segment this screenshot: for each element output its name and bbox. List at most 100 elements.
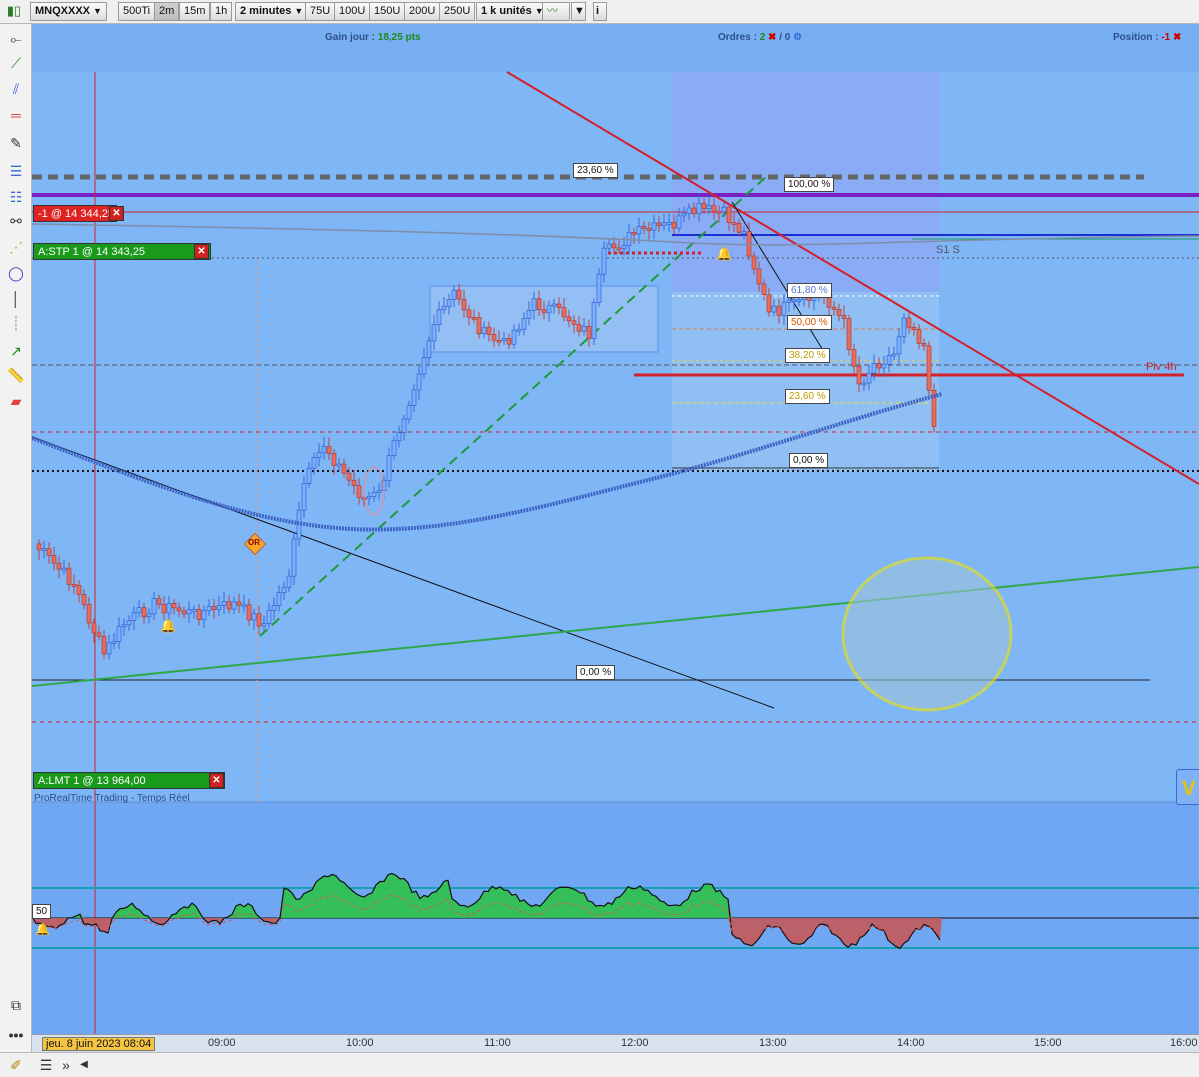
candle	[546, 305, 552, 314]
candle	[36, 543, 42, 551]
drawing-mode-icon[interactable]: ✐	[4, 1054, 28, 1076]
gear-icon[interactable]: ⚙	[793, 32, 802, 43]
timeframe-15m-button[interactable]: 15m	[179, 2, 211, 21]
candles-icon[interactable]: ▮▯	[2, 0, 26, 22]
candle	[691, 207, 697, 215]
templates-icon[interactable]: ⧉	[4, 994, 28, 1016]
position-summary: Position : -1 ✖	[1113, 32, 1181, 43]
fib-level-382: 38,20 %	[785, 348, 830, 363]
period-label: 2 minutes	[240, 5, 292, 17]
channel-icon[interactable]: ⫽	[4, 78, 28, 100]
time-axis[interactable]: jeu. 8 juin 2023 08:04 09:00 10:00 11:00…	[32, 1034, 1199, 1052]
timeframe-1h-button[interactable]: 1h	[210, 2, 233, 21]
line-tool-icon[interactable]: ⟜	[4, 28, 28, 50]
vertical-line-icon[interactable]: │	[4, 288, 28, 310]
candle	[556, 303, 562, 308]
price-pane	[32, 72, 1199, 802]
timeframe-2m-button[interactable]: 2m	[154, 2, 180, 21]
scroll-left-icon[interactable]: ◀	[72, 1054, 96, 1076]
symbol-label: MNQXXXX	[35, 5, 91, 17]
candle	[906, 317, 912, 328]
candle	[781, 301, 787, 316]
candle	[311, 457, 317, 469]
candle	[651, 222, 657, 231]
time-tick: 09:00	[208, 1037, 236, 1049]
top-toolbar: ▮▯ MNQXXXX ▼ 500Ti 2m 15m 1h 2 minutes ▼ 7…	[0, 0, 1199, 24]
cancel-orders-icon[interactable]: ✖	[768, 32, 776, 43]
time-tick: 11:00	[484, 1037, 511, 1049]
pencil-icon[interactable]: ✎	[4, 132, 28, 154]
horizontal-line-icon[interactable]: ═	[4, 104, 28, 126]
info-icon[interactable]: i	[593, 2, 607, 21]
units-100-button[interactable]: 100U	[334, 2, 371, 21]
fibonacci-icon[interactable]: ☰	[4, 160, 28, 182]
candle	[356, 485, 362, 498]
candle	[681, 213, 687, 217]
gann-icon[interactable]: ⋰	[4, 236, 28, 258]
alert-bell-icon[interactable]: 🔔	[160, 618, 176, 634]
trendline-icon[interactable]: ⟋	[4, 52, 28, 74]
node-tool-icon[interactable]: ⚯	[4, 210, 28, 232]
candle	[796, 299, 802, 302]
fib-level-0-left: 0,00 %	[576, 665, 616, 680]
units-75-button[interactable]: 75U	[305, 2, 336, 21]
candle	[916, 329, 922, 344]
cancel-stop-button[interactable]: ✕	[194, 244, 209, 259]
candle	[106, 642, 112, 655]
units-250-button[interactable]: 250U	[439, 2, 476, 21]
candle	[176, 607, 182, 612]
fibonacci-ext-icon[interactable]: ☷	[4, 186, 28, 208]
timeframe-500ti-button[interactable]: 500Ti	[118, 2, 156, 21]
alert-bell-icon[interactable]: 🔔	[716, 246, 732, 262]
corner-panel[interactable]: V	[1176, 769, 1199, 805]
ellipse-icon[interactable]: ◯	[4, 262, 28, 284]
candle	[676, 215, 682, 229]
limit-order-tag[interactable]: A:LMT 1 @ 13 964,00	[33, 772, 225, 789]
candle	[491, 334, 497, 341]
close-position-icon[interactable]: ✖	[1173, 32, 1181, 43]
quantity-selector[interactable]: 1 k unités ▼	[476, 2, 549, 21]
candle	[271, 605, 277, 611]
candle	[911, 327, 917, 330]
units-200-button[interactable]: 200U	[404, 2, 441, 21]
ruler-icon[interactable]: 📏	[4, 364, 28, 386]
vertical-dashed-icon[interactable]: ┊	[4, 312, 28, 334]
candle	[836, 309, 842, 316]
bottom-bar: ✐ ☰ » ◀	[0, 1052, 1199, 1077]
price-chart[interactable]: Gain jour : 18,25 pts Ordres : 2 ✖ / 0 ⚙…	[32, 24, 1199, 1034]
alert-bell-icon[interactable]: 🔔	[35, 922, 50, 936]
candle	[151, 598, 157, 615]
candle	[551, 303, 557, 307]
position-order-tag[interactable]: -1 @ 14 344,25	[33, 205, 117, 222]
more-icon[interactable]: •••	[4, 1024, 28, 1046]
candle	[451, 289, 457, 300]
stop-order-tag[interactable]: A:STP 1 @ 14 343,25	[33, 243, 211, 260]
chevron-down-icon[interactable]: ▼	[571, 2, 586, 21]
cursor-date: jeu. 8 juin 2023 08:04	[42, 1037, 156, 1051]
close-position-button[interactable]: ✕	[109, 206, 124, 221]
orders-separator: /	[779, 32, 782, 43]
candle	[606, 243, 612, 249]
fib-level-50: 50,00 %	[787, 315, 832, 330]
candle	[536, 298, 542, 311]
units-150-button[interactable]: 150U	[369, 2, 406, 21]
symbol-selector[interactable]: MNQXXXX ▼	[30, 2, 107, 21]
fib-level-0: 0,00 %	[789, 453, 829, 468]
candle	[251, 613, 257, 621]
candle	[91, 622, 97, 634]
candle	[156, 598, 162, 605]
cancel-limit-button[interactable]: ✕	[209, 773, 224, 788]
candle	[506, 337, 512, 345]
arrow-icon[interactable]: ↗	[4, 340, 28, 362]
candle	[646, 228, 652, 231]
candle	[416, 373, 422, 391]
indicator-icon[interactable]: 〰	[542, 2, 570, 21]
candle	[291, 538, 297, 577]
period-selector[interactable]: 2 minutes ▼	[235, 2, 309, 21]
oscillator-level-label: 50	[32, 904, 52, 919]
gain-label: Gain jour :	[325, 32, 375, 43]
candle	[576, 323, 582, 332]
eraser-icon[interactable]: ▰	[4, 390, 28, 412]
candle	[341, 463, 347, 474]
orders-summary: Ordres : 2 ✖ / 0 ⚙	[718, 32, 802, 43]
